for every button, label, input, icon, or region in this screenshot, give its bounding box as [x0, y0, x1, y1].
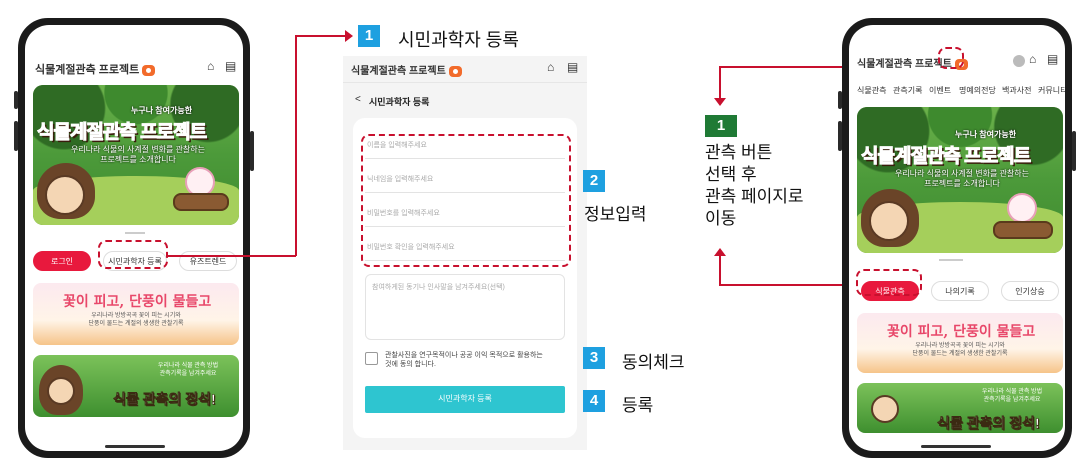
hero-title: 식물계절관측 프로젝트 [860, 146, 1031, 168]
nav-community[interactable]: 커뮤니티 [1038, 85, 1065, 96]
register-submit-button[interactable]: 시민과학자 등록 [365, 386, 565, 413]
observation-banner-desc: 우리나라 식물 관측 방법 관측기록을 남겨주세요 [981, 389, 1043, 403]
carousel-indicator [939, 259, 963, 261]
phone-side-button [14, 121, 18, 151]
flower-banner[interactable]: 꽃이 피고, 단풍이 물들고 우리나라 방방곡곡 꽃이 피는 시기와 단풍이 물드… [857, 313, 1063, 373]
trend-button[interactable]: 유즈트렌드 [179, 251, 237, 271]
login-button[interactable]: 로그인 [33, 251, 91, 271]
note-1-badge: 1 [705, 115, 737, 137]
hero-subtitle: 누구나 참여가능한 [955, 130, 1017, 139]
step-2-badge: 2 [583, 170, 605, 192]
arrow-connector [719, 284, 855, 286]
hero-description: 우리나라 식물의 사계절 변화를 관찰하는 프로젝트를 소개합니다 [894, 169, 1029, 188]
nav-encyclopedia[interactable]: 백과사전 [1002, 85, 1031, 96]
pink-character [1007, 193, 1037, 223]
highlight-inputs [361, 134, 571, 267]
my-records-button[interactable]: 나의기록 [931, 281, 989, 301]
menu-icon[interactable]: ▤ [567, 60, 578, 74]
step-2-label: 정보입력 [584, 205, 647, 224]
form-title: 시민과학자 등록 [369, 97, 430, 107]
flower-banner-title: 꽃이 피고, 단풍이 물들고 [887, 324, 1036, 340]
arrow-head-icon [714, 248, 726, 256]
phone-side-button [838, 121, 842, 151]
profile-icon[interactable] [1013, 55, 1025, 67]
flower-banner[interactable]: 꽃이 피고, 단풍이 물들고 우리나라 방방곡곡 꽃이 피는 시기와 단풍이 물드… [33, 283, 239, 345]
observation-banner[interactable]: 우리나라 식물 관측 방법 관측기록을 남겨주세요 식물 관측의 정석! [33, 355, 239, 417]
step-1-badge: 1 [358, 25, 380, 47]
step-1-label: 시민과학자 등록 [398, 30, 519, 50]
log-illustration [993, 221, 1053, 239]
home-icon[interactable]: ⌂ [207, 59, 214, 73]
observation-banner-title: 식물 관측의 정석! [937, 415, 1040, 432]
step-4-label: 등록 [622, 396, 654, 415]
left-phone-screen: 식물계절관측 프로젝트 ⌂ ▤ 누구나 참여가능한 식물계절관측 프로젝트 우리… [25, 25, 243, 451]
carousel-indicator [125, 232, 145, 234]
right-phone: 식물계절관측 프로젝트 ⌂ ▤ 식물관측 관측기록 이벤트 명예의전당 백과사전… [838, 18, 1076, 458]
arrow-connector [168, 255, 296, 257]
app-title: 식물계절관측 프로젝트 [35, 61, 156, 77]
note-text: 관측 버튼 선택 후 관측 페이지로 이동 [705, 143, 804, 229]
nav-observation-records[interactable]: 관측기록 [893, 85, 922, 96]
observation-banner-title: 식물 관측의 정석! [113, 391, 216, 408]
app-title: 식물계절관측 프로젝트 [351, 62, 462, 77]
arrow-connector [295, 35, 347, 37]
hero-title: 식물계절관측 프로젝트 [36, 122, 207, 144]
phone-side-button [250, 131, 254, 171]
camera-icon[interactable] [142, 64, 156, 76]
observation-banner[interactable]: 우리나라 식물 관측 방법 관측기록을 남겨주세요 식물 관측의 정석! [857, 383, 1063, 433]
step-4-badge: 4 [583, 390, 605, 412]
arrow-connector [719, 66, 721, 100]
observation-banner-desc: 우리나라 식물 관측 방법 관측기록을 남겨주세요 [157, 363, 219, 377]
phone-side-button [1072, 131, 1076, 171]
agree-text: 관찰사진을 연구목적이나 공공 이익 목적으로 활용하는 것에 동의 합니다. [385, 352, 543, 369]
left-phone: 식물계절관측 프로젝트 ⌂ ▤ 누구나 참여가능한 식물계절관측 프로젝트 우리… [14, 18, 254, 458]
mascot-character [871, 395, 899, 423]
menu-icon[interactable]: ▤ [225, 59, 236, 73]
flower-banner-desc: 우리나라 방방곡곡 꽃이 피는 시기와 단풍이 물드는 계절의 생생한 관찰기록 [912, 343, 1008, 357]
hero-banner[interactable]: 누구나 참여가능한 식물계절관측 프로젝트 우리나라 식물의 사계절 변화를 관… [857, 107, 1063, 253]
nav-events[interactable]: 이벤트 [929, 85, 951, 96]
menu-icon[interactable]: ▤ [1047, 52, 1058, 66]
flower-banner-title: 꽃이 피고, 단풍이 물들고 [63, 294, 212, 310]
arrow-head-icon [714, 98, 726, 106]
divider [343, 82, 587, 83]
mascot-character [869, 201, 909, 241]
mascot-character [45, 175, 85, 215]
nav-hall-of-fame[interactable]: 명예의전당 [959, 85, 996, 96]
home-indicator [921, 445, 991, 448]
home-icon[interactable]: ⌂ [547, 60, 554, 74]
hero-banner[interactable]: 누구나 참여가능한 식물계절관측 프로젝트 우리나라 식물의 사계절 변화를 관… [33, 85, 239, 225]
hero-description: 우리나라 식물의 사계절 변화를 관찰하는 프로젝트를 소개합니다 [70, 145, 205, 164]
hero-subtitle: 누구나 참여가능한 [131, 106, 193, 115]
step-3-badge: 3 [583, 347, 605, 369]
highlight-camera-button [938, 47, 964, 69]
agree-checkbox[interactable] [365, 352, 378, 365]
arrow-head-icon [345, 30, 353, 42]
highlight-register-button [98, 240, 168, 269]
step-3-label: 동의체크 [622, 353, 685, 372]
motive-textarea[interactable]: 참여하게된 동기나 인사말을 남겨주세요(선택) [365, 274, 565, 340]
back-button[interactable]: < [355, 94, 361, 105]
arrow-connector [295, 35, 297, 256]
log-illustration [173, 193, 229, 211]
home-indicator [105, 445, 165, 448]
mascot-character [47, 377, 75, 405]
phone-side-button [14, 91, 18, 109]
home-icon[interactable]: ⌂ [1029, 52, 1036, 66]
flower-banner-desc: 우리나라 방방곡곡 꽃이 피는 시기와 단풍이 물드는 계절의 생생한 관찰기록 [88, 313, 184, 327]
camera-icon[interactable] [448, 65, 462, 77]
right-phone-screen: 식물계절관측 프로젝트 ⌂ ▤ 식물관측 관측기록 이벤트 명예의전당 백과사전… [849, 25, 1065, 451]
arrow-connector [719, 255, 721, 285]
phone-side-button [838, 91, 842, 109]
nav-plant-observation[interactable]: 식물관측 [857, 85, 886, 96]
trending-button[interactable]: 인기상승 [1001, 281, 1059, 301]
highlight-observation-button [856, 269, 922, 296]
